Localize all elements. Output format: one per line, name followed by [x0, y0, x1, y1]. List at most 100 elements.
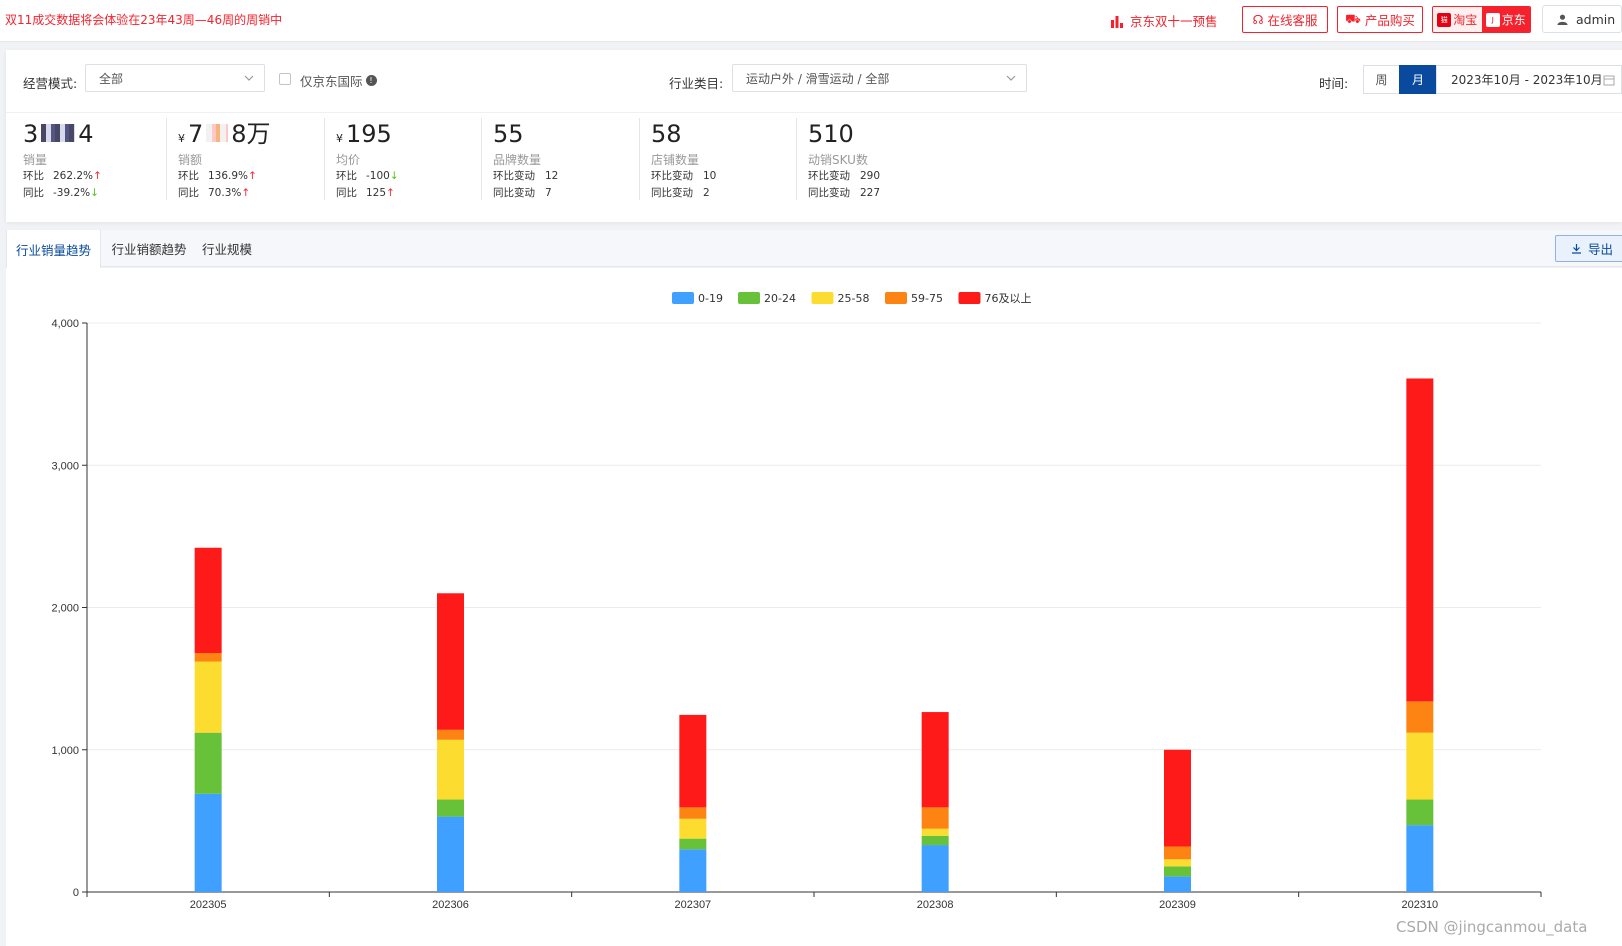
kpi-sku-count: 510 动销SKU数 环比变动 290 同比变动 227 [796, 118, 954, 200]
chart-container: 0 1,000 2,000 3,000 4,000 202305 202306 202307 2… [6, 268, 1622, 946]
granularity-week-button[interactable]: 周 [1363, 65, 1400, 94]
export-button[interactable]: 导出 [1555, 235, 1622, 262]
bar-segment [679, 838, 707, 850]
kpi-mom: 环比 136.9%↑ [178, 168, 271, 185]
kpi-label: 销额 [178, 153, 203, 167]
online-service-label: 在线客服 [1267, 13, 1318, 28]
jd-presale-link[interactable]: 京东双十一预售 [1110, 11, 1218, 30]
username: admin [1576, 11, 1616, 27]
user-icon [1557, 14, 1568, 25]
bar-segment [921, 828, 949, 836]
platform-jd-label: 京东 [1501, 13, 1526, 27]
bar-segment [1406, 825, 1434, 892]
user-menu[interactable]: admin [1542, 5, 1622, 33]
download-icon [1571, 244, 1581, 254]
kpi-value-prefix: 3 [23, 120, 39, 148]
y-tick-label: 3,000 [51, 460, 79, 472]
bar-segment [194, 653, 222, 662]
bar-segment [1406, 732, 1434, 800]
x-tick-label: 202308 [917, 899, 954, 911]
kpi-yoy-value: 227 [860, 187, 881, 199]
redacted-mask [206, 124, 229, 142]
kpi-label: 品牌数量 [493, 153, 542, 167]
kpi-yoy-value: 125 [366, 187, 387, 199]
intl-only-label: 仅京东国际 [300, 74, 363, 89]
promo-label: 京东双十一预售 [1130, 14, 1218, 29]
kpi-brand-count: 55 品牌数量 环比变动 12 同比变动 7 [481, 118, 639, 200]
y-tick-label: 1,000 [51, 745, 79, 757]
kpi-avg-price: ¥ 195 均价 环比 -100↓ 同比 125↑ [324, 118, 482, 200]
category-label: 行业类目: [669, 76, 724, 91]
product-purchase-button[interactable]: ⛟ 产品购买 [1337, 6, 1423, 33]
granularity-month-button[interactable]: 月 [1399, 65, 1437, 94]
notice-text: 双11成交数据将会体验在23年43周—46周的周销中 [5, 13, 283, 27]
legend-label: 25-58 [838, 292, 870, 305]
online-service-button[interactable]: ☊ 在线客服 [1242, 6, 1328, 33]
kpi-mom-key: 环比变动 [493, 170, 535, 182]
kpi-label: 销量 [23, 153, 48, 167]
kpi-mom: 环比变动 10 [651, 168, 716, 185]
kpi-yoy: 同比 125↑ [336, 185, 399, 202]
bar-segment [679, 818, 707, 839]
x-tick-label: 202309 [1159, 899, 1196, 911]
bar-segment [194, 547, 222, 654]
x-tick-label: 202305 [190, 899, 227, 911]
intl-only-label-wrap: 仅京东国际 ! [300, 71, 377, 90]
date-range-picker[interactable]: 2023年10月 - 2023年10月 [1436, 65, 1622, 94]
bar-segment [437, 739, 464, 800]
kpi-mom-key: 环比 [23, 170, 44, 182]
bar-segment [1164, 876, 1191, 892]
category-select[interactable]: 运动户外 / 滑雪运动 / 全部 [732, 64, 1027, 92]
legend-label: 59-75 [911, 292, 943, 305]
kpi-yoy-key: 同比变动 [808, 187, 850, 199]
kpi-yoy-key: 同比 [178, 187, 199, 199]
kpi-value: 58 [651, 120, 682, 148]
mode-select[interactable]: 全部 [85, 64, 265, 92]
kpi-value-suffix: 4 [78, 120, 94, 148]
kpi-yoy-key: 同比 [23, 187, 44, 199]
calendar-icon [1603, 75, 1615, 86]
legend-label: 0-19 [698, 292, 723, 305]
arrow-up-icon: ↑ [386, 187, 395, 199]
kpi-mom-key: 环比变动 [808, 170, 850, 182]
bar-segment [1406, 701, 1434, 733]
bar-chart-icon [1111, 15, 1123, 28]
kpi-sales-amount: ¥ 7 8万 销额 环比 136.9%↑ 同比 70.3%↑ [166, 118, 324, 200]
kpi-mom: 环比 -100↓ [336, 168, 399, 185]
kpi-yoy-value: -39.2% [53, 187, 91, 199]
kpi-value: 55 [493, 120, 524, 148]
x-tick-label: 202306 [432, 899, 469, 911]
bar-segment [679, 849, 707, 892]
kpi-yoy: 同比变动 7 [493, 185, 558, 202]
legend-swatch [958, 292, 981, 304]
kpi-value-suffix: 8万 [231, 120, 271, 148]
mode-value: 全部 [99, 71, 124, 86]
tab-industry-scale[interactable]: 行业规模 [196, 230, 258, 267]
mode-label: 经营模式: [23, 76, 78, 91]
kpi-yoy-key: 同比变动 [493, 187, 535, 199]
arrow-up-icon: ↑ [241, 187, 251, 199]
kpi-mom-value: 262.2% [53, 170, 94, 182]
info-icon[interactable]: ! [365, 75, 377, 86]
bar-segment [921, 845, 949, 892]
kpi-value: 510 [808, 120, 854, 148]
y-tick-label: 4,000 [51, 318, 79, 330]
platform-taobao[interactable]: 猫 淘宝 [1433, 7, 1482, 32]
bar-segment [1164, 866, 1191, 877]
kpi-yoy: 同比 70.3%↑ [178, 185, 271, 202]
platform-jd[interactable]: J 京东 [1481, 7, 1530, 32]
tab-sales-amount-trend[interactable]: 行业销额趋势 [103, 230, 195, 267]
kpi-yoy-value: 2 [703, 187, 710, 199]
kpi-label: 动销SKU数 [808, 153, 868, 167]
bar-segment [437, 816, 464, 892]
intl-only-checkbox[interactable] [279, 73, 291, 85]
kpi-mom-value: 136.9% [208, 170, 249, 182]
redacted-mask [41, 124, 76, 142]
kpi-value-prefix: 7 [188, 120, 204, 148]
arrow-down-icon: ↓ [90, 187, 99, 199]
tab-sales-volume-trend[interactable]: 行业销量趋势 [6, 230, 101, 268]
kpi-mom: 环比 262.2%↑ [23, 168, 102, 185]
kpi-row: 3 4 销量 环比 262.2%↑ 同比 -39.2%↓ ¥ 7 8万 销额 环比 1… [6, 113, 1622, 222]
filter-bar: 经营模式: 全部 仅京东国际 ! 行业类目: 运动户外 / 滑雪运动 / 全部 … [6, 50, 1622, 113]
kpi-mom-value: -100 [366, 170, 390, 182]
